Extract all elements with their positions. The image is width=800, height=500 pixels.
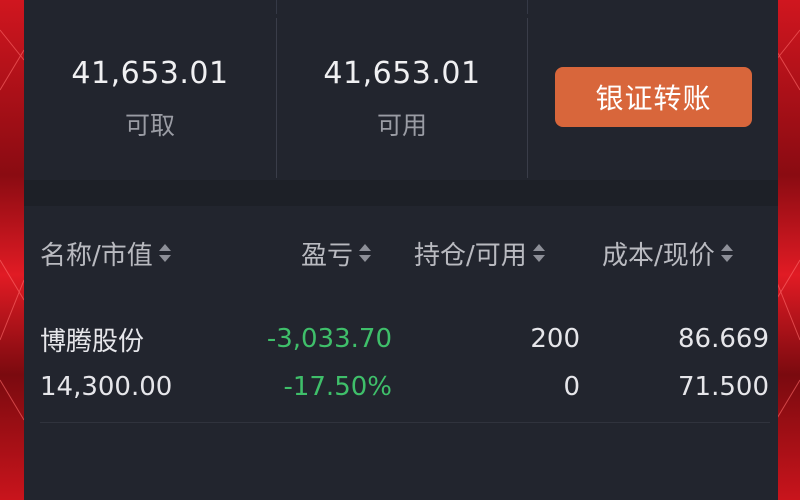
sort-icon <box>720 241 733 265</box>
sort-icon <box>359 241 372 265</box>
top-divider <box>527 0 528 14</box>
withdrawable-cell: 41,653.01 可取 <box>24 18 276 178</box>
pnl-amount: -3,033.70 <box>266 324 392 354</box>
position-quantity: 200 <box>530 324 580 354</box>
sort-icon <box>532 241 545 265</box>
column-header-label: 盈亏 <box>301 240 354 271</box>
holding-row-line-1[interactable]: 博腾股份 -3,033.70 200 86.669 <box>24 316 778 362</box>
stock-name: 博腾股份 <box>40 326 145 357</box>
top-strip <box>24 0 778 14</box>
column-header-label: 持仓/可用 <box>414 240 527 271</box>
column-header-label: 成本/现价 <box>602 240 715 271</box>
current-price: 71.500 <box>678 372 769 402</box>
bank-securities-transfer-button[interactable]: 银证转账 <box>555 67 752 127</box>
cost-price: 86.669 <box>678 324 769 354</box>
fund-divider <box>527 18 528 178</box>
section-gap <box>24 180 778 206</box>
column-header-position[interactable]: 持仓/可用 <box>414 226 545 280</box>
available-label: 可用 <box>376 111 427 140</box>
withdrawable-amount: 41,653.01 <box>71 56 229 91</box>
background-frame-right <box>776 0 800 500</box>
holding-row-line-2[interactable]: 14,300.00 -17.50% 0 71.500 <box>24 364 778 410</box>
column-header-name-market-value[interactable]: 名称/市值 <box>40 226 171 280</box>
available-quantity: 0 <box>563 372 580 402</box>
holdings-panel: 41,653.01 可取 41,653.01 可用 银证转账 名称/市值 盈亏 … <box>24 0 778 500</box>
available-cell: 41,653.01 可用 <box>277 18 527 178</box>
withdrawable-label: 可取 <box>124 111 175 140</box>
funds-summary: 41,653.01 可取 41,653.01 可用 银证转账 <box>24 18 778 178</box>
top-divider <box>276 0 277 14</box>
market-value: 14,300.00 <box>40 372 173 402</box>
holdings-table-header: 名称/市值 盈亏 持仓/可用 成本/现价 <box>24 226 778 280</box>
row-divider <box>40 422 770 423</box>
column-header-label: 名称/市值 <box>40 240 153 271</box>
sort-icon <box>158 241 171 265</box>
column-header-pnl[interactable]: 盈亏 <box>301 226 372 280</box>
background-frame-left <box>0 0 24 500</box>
available-amount: 41,653.01 <box>323 56 481 91</box>
pnl-percent: -17.50% <box>283 372 392 402</box>
column-header-cost-price[interactable]: 成本/现价 <box>602 226 733 280</box>
